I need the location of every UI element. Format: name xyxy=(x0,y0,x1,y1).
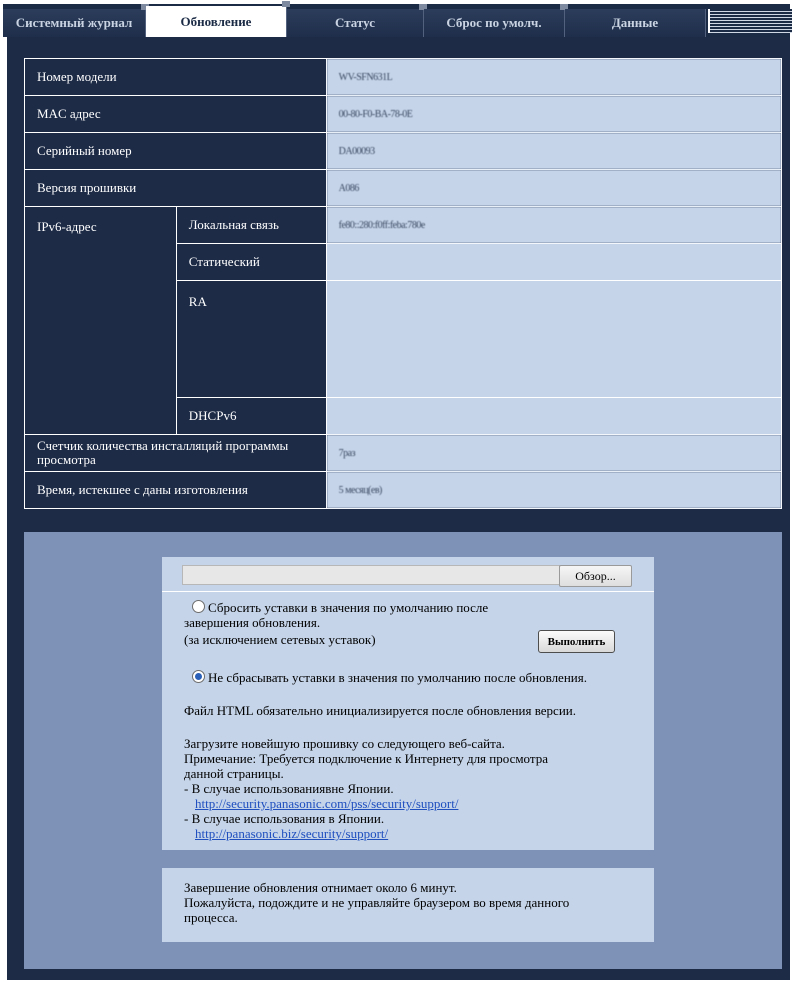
viewer-count-label: Счетчик количества инсталляций программы… xyxy=(24,434,327,472)
model-label: Номер модели xyxy=(24,58,327,96)
tab-label: Обновление xyxy=(180,14,252,29)
mac-value: 00-80-F0-BA-78-0E xyxy=(325,95,783,133)
table-row: MAC адрес 00-80-F0-BA-78-0E xyxy=(24,95,783,133)
tab-label: Сброс по умолч. xyxy=(446,15,542,30)
download-line3: данной страницы. xyxy=(184,766,284,781)
no-reset-option: Не сбрасывать уставки в значения по умол… xyxy=(192,670,587,685)
mac-label: MAC адрес xyxy=(24,95,327,133)
static-value xyxy=(325,243,783,281)
tab-label: Данные xyxy=(611,15,659,30)
table-row: Номер модели WV-SFN631L xyxy=(24,58,783,96)
elapsed-value: 5 месяц(ев) xyxy=(325,471,783,509)
tab-bar: Системный журнал Обновление Статус Сброс… xyxy=(3,1,792,38)
table-row: Серийный номер DA00093 xyxy=(24,132,783,170)
notice-box: Завершение обновления отнимает около 6 м… xyxy=(162,868,654,942)
ipv6-label: IPv6-адрес xyxy=(24,206,177,435)
notice-line1: Завершение обновления отнимает около 6 м… xyxy=(184,880,457,895)
in-japan-link[interactable]: http://panasonic.biz/security/support/ xyxy=(195,826,388,841)
in-japan-text: - В случае использования в Японии. xyxy=(184,811,385,826)
serial-value: DA00093 xyxy=(325,132,783,170)
tab-label: Статус xyxy=(334,15,375,30)
viewer-count-value: 7раз xyxy=(325,434,783,472)
notice-line3: процесса. xyxy=(184,910,238,925)
link-local-value: fe80::280:f0ff:feba:780e xyxy=(325,206,783,244)
reset-option: Сбросить уставки в значения по умолчанию… xyxy=(192,600,488,615)
download-line2: Примечание: Требуется подключение к Инте… xyxy=(184,751,548,766)
ra-label: RA xyxy=(175,280,327,398)
device-info-table: Номер модели WV-SFN631L MAC адрес 00-80-… xyxy=(24,58,783,509)
model-value: WV-SFN631L xyxy=(325,58,783,96)
table-row: Версия прошивки A086 xyxy=(24,169,783,207)
no-reset-radio[interactable] xyxy=(192,670,205,683)
browse-button[interactable]: Обзор... xyxy=(559,565,632,587)
tab-reset-default[interactable]: Сброс по умолч. xyxy=(424,4,568,37)
dhcpv6-label: DHCPv6 xyxy=(175,397,327,435)
table-row: IPv6-адрес Локальная связь fe80::280:f0f… xyxy=(24,206,783,435)
serial-label: Серийный номер xyxy=(24,132,327,170)
no-reset-label: Не сбрасывать уставки в значения по умол… xyxy=(208,670,587,685)
tab-data[interactable]: Данные xyxy=(565,9,706,37)
ra-value xyxy=(325,280,783,398)
main-panel: Номер модели WV-SFN631L MAC адрес 00-80-… xyxy=(7,37,790,980)
table-row: Время, истекшее с даны изготовления 5 ме… xyxy=(24,471,783,509)
reset-option-line3: (за исключением сетевых уставок) xyxy=(184,632,376,647)
tab-label: Системный журнал xyxy=(15,15,133,30)
firmware-label: Версия прошивки xyxy=(24,169,327,207)
reset-option-line2: завершения обновления. xyxy=(184,615,321,630)
tab-bar-decoration xyxy=(708,9,792,33)
execute-button[interactable]: Выполнить xyxy=(538,630,615,653)
static-label: Статический xyxy=(175,243,327,281)
firmware-upload-box: Обзор... Сбросить уставки в значения по … xyxy=(162,557,654,850)
table-row: Счетчик количества инсталляций программы… xyxy=(24,434,783,472)
tab-system-log[interactable]: Системный журнал xyxy=(3,4,149,37)
tab-update[interactable]: Обновление xyxy=(146,1,290,38)
tab-notch xyxy=(282,1,290,7)
download-line1: Загрузите новейшую прошивку со следующег… xyxy=(184,736,505,751)
firmware-file-input[interactable] xyxy=(182,565,560,585)
notice-line2: Пожалуйста, подождите и не управляйте бр… xyxy=(184,895,570,910)
outside-japan-text: - В случае использованиявне Японии. xyxy=(184,781,394,796)
html-note: Файл HTML обязательно инициализируется п… xyxy=(184,703,576,718)
file-select-row: Обзор... xyxy=(162,557,654,591)
outside-japan-link[interactable]: http://security.panasonic.com/pss/securi… xyxy=(195,796,458,811)
divider xyxy=(162,591,654,592)
dhcpv6-value xyxy=(325,397,783,435)
firmware-value: A086 xyxy=(325,169,783,207)
tab-status[interactable]: Статус xyxy=(287,4,427,37)
update-section: Обзор... Сбросить уставки в значения по … xyxy=(24,532,782,969)
reset-radio[interactable] xyxy=(192,600,205,613)
elapsed-label: Время, истекшее с даны изготовления xyxy=(24,471,327,509)
reset-option-line1: Сбросить уставки в значения по умолчанию… xyxy=(208,600,489,615)
link-local-label: Локальная связь xyxy=(175,206,327,244)
